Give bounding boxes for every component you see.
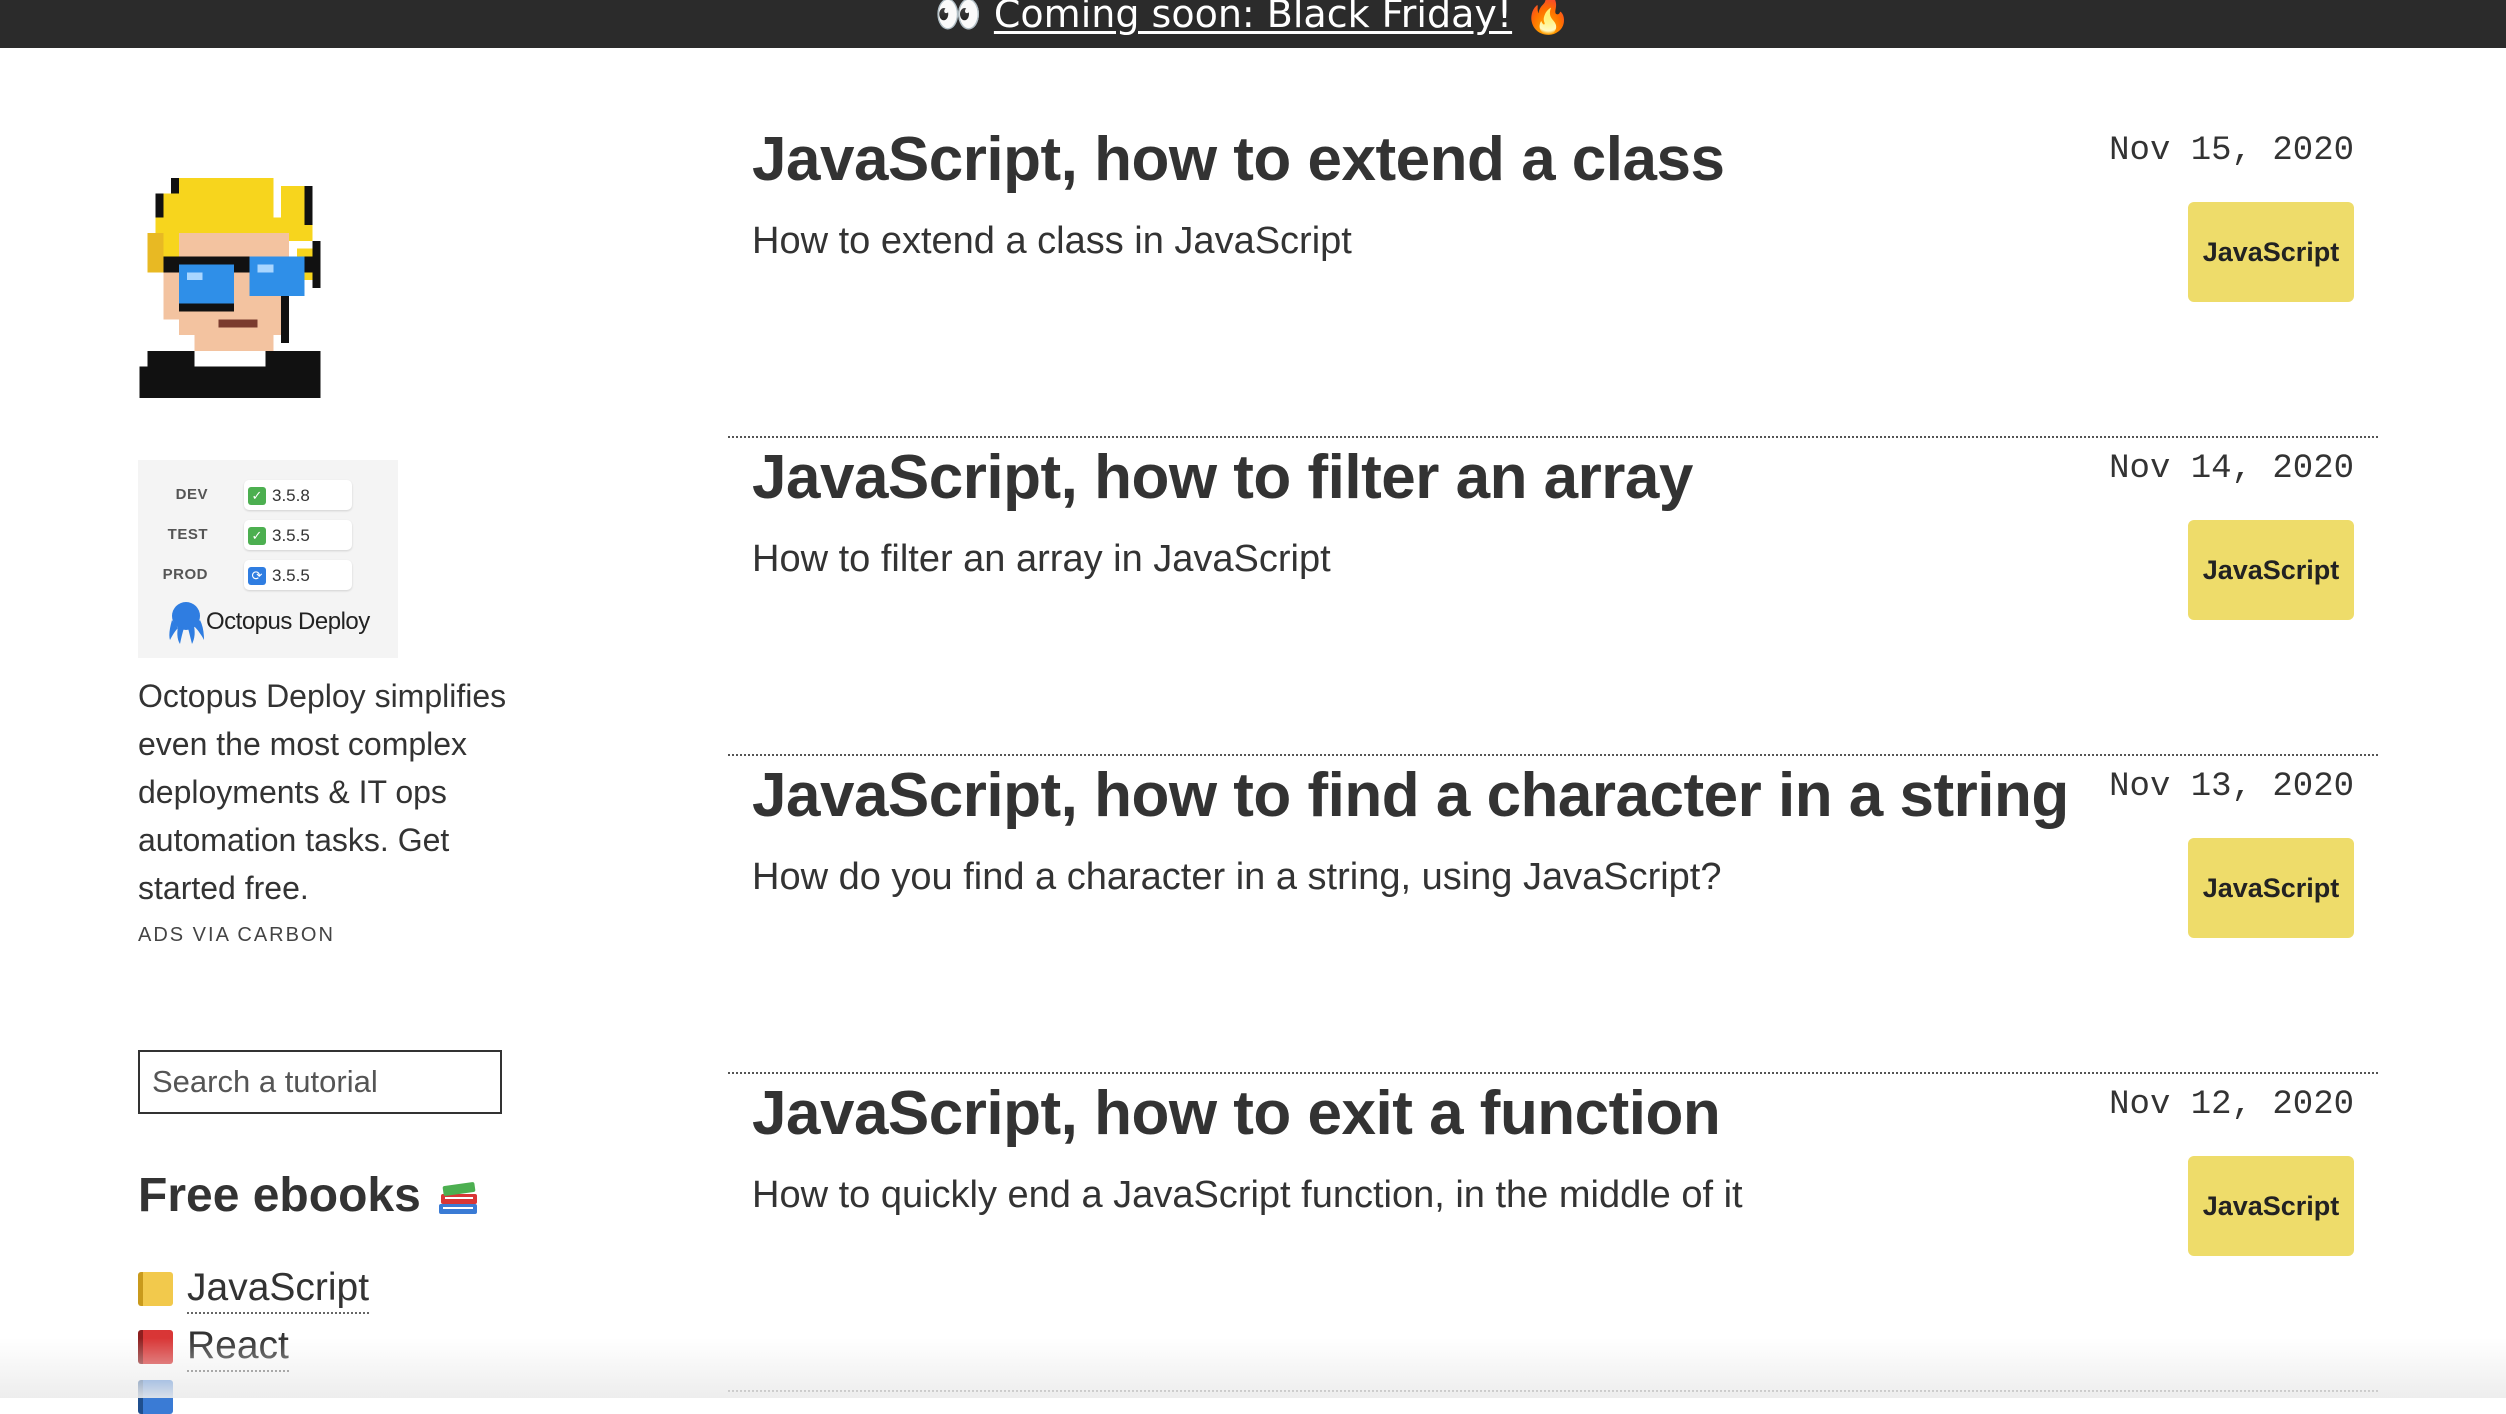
tag-javascript[interactable]: JavaScript (2188, 202, 2354, 302)
version-label: 3.5.8 (272, 486, 310, 505)
env-label: PROD (162, 566, 208, 583)
top-banner: 👀 Coming soon: Black Friday! 🔥 (0, 0, 2506, 48)
free-ebooks-title: Free ebooks (138, 1169, 421, 1222)
books-icon (438, 1181, 477, 1214)
post-title-link[interactable]: JavaScript, how to extend a class (752, 120, 2062, 200)
post-description: How to extend a class in JavaScript (752, 220, 1352, 262)
ads-via-carbon-link[interactable]: ADS VIA CARBON (138, 924, 335, 947)
post-item: JavaScript, how to extend a class How to… (728, 120, 2378, 438)
ad-brand-label: Octopus Deploy (206, 608, 370, 635)
ebook-item-javascript[interactable]: JavaScript (138, 1264, 370, 1314)
ebook-link-react[interactable]: React (187, 1322, 289, 1372)
ad-deploy-row: TEST ✓ 3.5.5 (138, 518, 358, 550)
check-icon: ✓ (248, 487, 266, 505)
ebook-link-javascript[interactable]: JavaScript (187, 1264, 370, 1314)
ebook-item-partial[interactable] (138, 1380, 173, 1414)
post-item: JavaScript, how to find a character in a… (728, 756, 2378, 1074)
ad-deploy-row: PROD ⟳ 3.5.5 (138, 558, 358, 590)
blue-book-icon (138, 1380, 173, 1414)
post-date: Nov 14, 2020 (2109, 450, 2354, 488)
tag-javascript[interactable]: JavaScript (2188, 838, 2354, 938)
ad-deploy-row: DEV ✓ 3.5.8 (138, 478, 358, 510)
ad-text[interactable]: Octopus Deploy simplifies even the most … (138, 672, 538, 912)
version-pill: ✓ 3.5.8 (244, 480, 352, 510)
tag-javascript[interactable]: JavaScript (2188, 520, 2354, 620)
post-date: Nov 13, 2020 (2109, 768, 2354, 806)
post-item: JavaScript, how to exit a function How t… (728, 1074, 2378, 1392)
post-description: How to quickly end a JavaScript function… (752, 1174, 1743, 1216)
red-book-icon (138, 1330, 173, 1364)
post-date: Nov 12, 2020 (2109, 1086, 2354, 1124)
post-description: How to filter an array in JavaScript (752, 538, 1331, 580)
post-date: Nov 15, 2020 (2109, 132, 2354, 170)
version-label: 3.5.5 (272, 526, 310, 545)
pixel-avatar-icon (139, 178, 321, 398)
post-title-link[interactable]: JavaScript, how to find a character in a… (752, 756, 2069, 836)
black-friday-link[interactable]: Coming soon: Black Friday! (994, 0, 1512, 36)
ad-brand: Octopus Deploy (166, 600, 370, 644)
post-item: JavaScript, how to filter an array How t… (728, 438, 2378, 756)
version-label: 3.5.5 (272, 566, 310, 585)
env-label: DEV (175, 486, 208, 503)
yellow-book-icon (138, 1272, 173, 1306)
free-ebooks-heading: Free ebooks (138, 1168, 481, 1223)
env-label: TEST (167, 526, 208, 543)
search-input[interactable] (138, 1050, 502, 1114)
eyes-icon: 👀 (934, 0, 982, 36)
post-title-link[interactable]: JavaScript, how to filter an array (752, 438, 2062, 518)
tag-javascript[interactable]: JavaScript (2188, 1156, 2354, 1256)
ad-banner[interactable]: DEV ✓ 3.5.8 TEST ✓ 3.5.5 PROD ⟳ 3.5.5 Oc… (138, 460, 398, 658)
post-description: How do you find a character in a string,… (752, 856, 1722, 898)
check-icon: ✓ (248, 527, 266, 545)
post-title-link[interactable]: JavaScript, how to exit a function (752, 1074, 2062, 1154)
version-pill: ✓ 3.5.5 (244, 520, 352, 550)
octopus-icon (169, 602, 204, 644)
ebook-item-react[interactable]: React (138, 1322, 289, 1372)
version-pill: ⟳ 3.5.5 (244, 560, 352, 590)
avatar[interactable] (138, 178, 330, 398)
fire-icon: 🔥 (1524, 0, 1572, 36)
in-progress-icon: ⟳ (248, 567, 266, 585)
